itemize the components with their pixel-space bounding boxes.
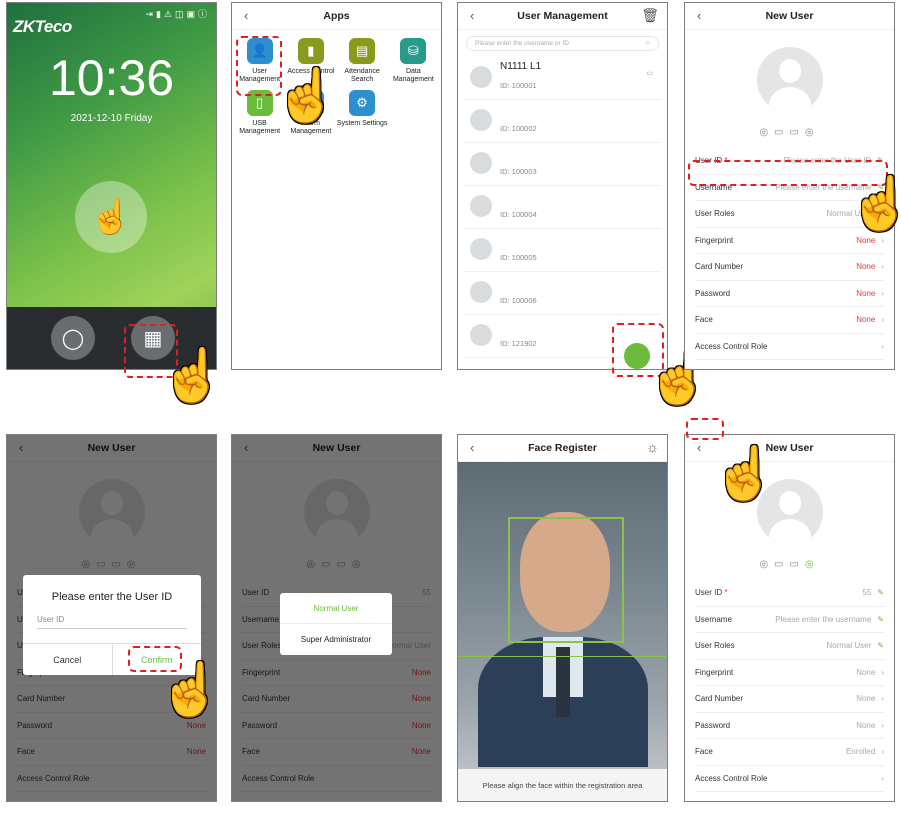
chevron-right-icon: › xyxy=(881,747,884,757)
list-item[interactable]: ID: 100004 xyxy=(464,186,661,229)
user-management-screen: ‹ User Management 🗑 Please enter the usern… xyxy=(457,2,668,370)
avatar xyxy=(470,281,492,303)
door-icon: ▮ xyxy=(297,38,324,64)
hand-pointer-icon: ☝ xyxy=(274,67,339,125)
user-roles-field[interactable]: User Roles Normal User ✎ xyxy=(695,633,884,660)
card-icon: ▭ xyxy=(646,70,653,77)
chevron-right-icon: › xyxy=(881,341,884,351)
role-select-screen: ‹New User ◎▭▭◎ User ID55 Username User R… xyxy=(231,434,442,802)
avatar xyxy=(756,47,823,113)
chevron-right-icon: › xyxy=(881,720,884,730)
list-item[interactable]: ID: 100006 xyxy=(464,272,661,315)
clock-time: 10:36 xyxy=(48,50,175,106)
trash-icon[interactable]: 🗑 xyxy=(641,7,659,24)
chevron-right-icon: › xyxy=(881,667,884,677)
app-data-management[interactable]: ⛁ Data Management xyxy=(388,38,439,84)
list-item[interactable]: N1111 L1 ID: 100001 ▭ xyxy=(464,57,661,100)
avatar xyxy=(470,324,492,346)
page-title: Face Register xyxy=(528,442,597,454)
card-number-row[interactable]: Card Number None › xyxy=(695,254,884,281)
camera-preview xyxy=(458,462,667,801)
menu-item-super-admin[interactable]: Super Administrator xyxy=(280,624,392,655)
edit-icon: ✎ xyxy=(877,614,884,624)
list-item[interactable]: ID: 100002 xyxy=(464,100,661,143)
face-row[interactable]: Face None › xyxy=(695,307,884,334)
face-row[interactable]: Face Enrolled › xyxy=(695,739,884,766)
credential-icons: ◎▭▭◎ xyxy=(759,559,820,570)
user-id-field[interactable]: User ID * 55 ✎ xyxy=(695,580,884,607)
app-attendance-search[interactable]: ▤ Attendance Search xyxy=(337,38,388,84)
search-input[interactable]: Please enter the username or ID ○ xyxy=(466,36,659,51)
edit-icon: ✎ xyxy=(877,588,884,598)
password-row[interactable]: Password None › xyxy=(695,713,884,739)
avatar xyxy=(470,66,492,88)
home-screen: ZKTeco ⇥▮⚠◫▣ⓘ 10:36 2021-12-10 Friday ☝ … xyxy=(6,2,217,370)
hand-pointer-icon: ☝ xyxy=(158,661,223,719)
status-icons: ⇥▮⚠◫▣ⓘ xyxy=(145,9,210,19)
face-instruction: Please align the face within the registr… xyxy=(458,769,667,801)
access-control-role-row[interactable]: Access Control Role › xyxy=(695,334,884,360)
fingerprint-icon[interactable]: ☝ xyxy=(75,181,147,253)
chevron-right-icon: › xyxy=(881,315,884,325)
database-icon: ⛁ xyxy=(400,38,427,64)
face-detection-frame xyxy=(508,517,624,643)
cancel-button[interactable]: Cancel xyxy=(23,644,113,675)
menu-item-normal-user[interactable]: Normal User xyxy=(280,593,392,624)
chevron-right-icon: › xyxy=(881,262,884,272)
hand-pointer-icon: ☝ xyxy=(848,175,901,233)
search-icon: ○ xyxy=(645,38,650,47)
back-icon[interactable]: ‹ xyxy=(470,440,474,455)
avatar xyxy=(470,238,492,260)
list-item[interactable]: ID: 100005 xyxy=(464,229,661,272)
user-id-input[interactable]: User ID xyxy=(37,615,187,629)
chevron-right-icon: › xyxy=(881,288,884,298)
new-user-dialog-screen: ‹New User ◎▭▭◎ User ID Username User Rol… xyxy=(6,434,217,802)
face-register-screen: ‹ Face Register ☼ Please align the face wi… xyxy=(457,434,668,802)
user-icon[interactable]: ◯ xyxy=(51,316,95,360)
password-row[interactable]: Password None › xyxy=(695,281,884,307)
edit-icon: ✎ xyxy=(877,641,884,651)
avatar xyxy=(470,152,492,174)
page-title: New User xyxy=(765,10,814,22)
back-icon[interactable]: ‹ xyxy=(697,440,701,455)
light-bulb-icon[interactable]: ☼ xyxy=(646,439,659,455)
app-system-settings[interactable]: ⚙ System Settings xyxy=(337,90,388,136)
hand-pointer-icon: ☝ xyxy=(160,347,225,405)
back-icon[interactable]: ‹ xyxy=(244,8,248,23)
highlight-back xyxy=(686,418,724,440)
page-title: User Management xyxy=(517,10,608,22)
role-menu: Normal User Super Administrator xyxy=(280,593,392,655)
chevron-right-icon: › xyxy=(881,694,884,704)
credential-icons: ◎▭▭◎ xyxy=(759,127,820,138)
chevron-right-icon: › xyxy=(881,773,884,783)
dialog-title: Please enter the User ID xyxy=(51,591,173,603)
back-icon[interactable]: ‹ xyxy=(697,8,701,23)
back-icon[interactable]: ‹ xyxy=(470,8,474,23)
zkteco-logo: ZKTeco xyxy=(13,17,72,36)
avatar xyxy=(470,195,492,217)
hand-pointer-icon: ☝ xyxy=(712,445,777,503)
avatar xyxy=(470,109,492,131)
clock-date: 2021-12-10 Friday xyxy=(70,113,153,124)
fingerprint-row[interactable]: Fingerprint None › xyxy=(695,660,884,686)
chevron-right-icon: › xyxy=(881,235,884,245)
gear-icon: ⚙ xyxy=(349,90,376,116)
doc-icon: ▤ xyxy=(349,38,376,64)
access-control-role-row[interactable]: Access Control Role › xyxy=(695,766,884,792)
card-number-row[interactable]: Card Number None › xyxy=(695,686,884,713)
page-title: Apps xyxy=(323,10,350,22)
list-item[interactable]: ID: 100003 xyxy=(464,143,661,186)
username-field[interactable]: Username Please enter the username ✎ xyxy=(695,607,884,633)
